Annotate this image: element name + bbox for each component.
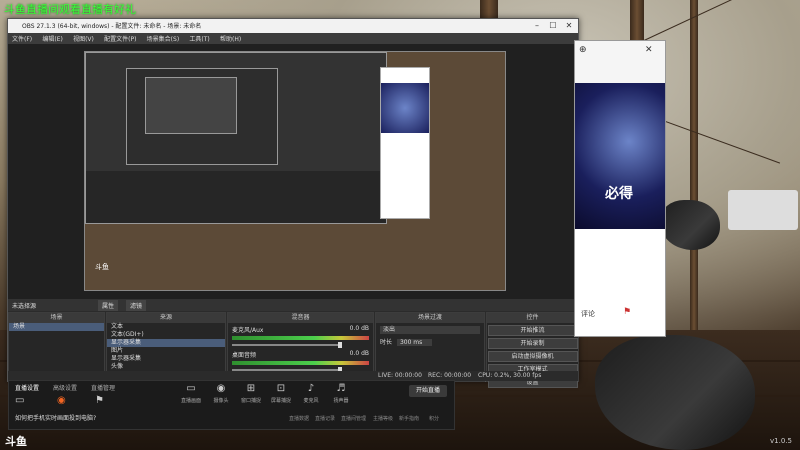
rec-timer: REC: 00:00:00: [428, 372, 472, 379]
display-icon[interactable]: ▭: [181, 383, 201, 397]
ship-mast: [690, 0, 698, 330]
track-name: 桌面音频: [232, 352, 257, 359]
mini-app-window: ⊕ ✕ 必得 评论 ⚑: [574, 40, 666, 337]
tool-label: 直播画面: [180, 398, 201, 404]
tab-advanced[interactable]: 高级设置: [53, 383, 77, 392]
obs-title: OBS 27.1.3 (64-bit, windows) - 配置文件: 未命名…: [22, 23, 202, 30]
mixer-track: 麦克风/Aux 0.0 dB: [228, 323, 373, 348]
track-name: 麦克风/Aux: [232, 327, 264, 334]
minimize-icon[interactable]: –: [530, 20, 544, 32]
tab-live-settings[interactable]: 直播设置: [15, 383, 39, 392]
close-icon[interactable]: ✕: [562, 20, 576, 32]
nested-obs-capture: [145, 77, 237, 134]
nested-docks: [86, 171, 386, 223]
banner-text: 必得: [605, 186, 633, 202]
tool-label: 摄像头: [213, 398, 229, 404]
filters-button[interactable]: 滤镜: [126, 300, 147, 311]
nested-obs-capture: [85, 52, 387, 224]
footer-link[interactable]: 新手指南: [399, 415, 419, 422]
track-db: 0.0 dB: [349, 350, 369, 357]
obs-title-bar: OBS 27.1.3 (64-bit, windows) - 配置文件: 未命名…: [8, 19, 578, 33]
source-item[interactable]: 显示器采集: [107, 339, 225, 347]
douyu-toolbar: 直播设置 高级设置 直播管理 ▭ ◉ ⚑ ▭ 直播画面 ◉ 摄像头 ⊞ 窗口捕捉…: [8, 380, 455, 430]
cpu-fps: CPU: 0.2%, 30.00 fps: [478, 372, 542, 379]
obs-menu-bar: 文件(F) 编辑(E) 视图(V) 配置文件(P) 场景集合(S) 工具(T) …: [8, 33, 578, 44]
tool-label: 麦克风: [303, 398, 319, 404]
virtual-camera-button[interactable]: 启动虚拟摄像机: [487, 351, 578, 362]
duration-label: 时长: [380, 339, 393, 346]
source-item[interactable]: 图片: [107, 347, 225, 355]
properties-button[interactable]: 属性: [98, 300, 119, 311]
tab-manage[interactable]: 直播管理: [91, 383, 115, 392]
tool-label: 扬声器: [333, 398, 349, 404]
footer-link[interactable]: 直播记录: [315, 415, 335, 422]
nested-mini-window: [380, 67, 430, 219]
comment-label[interactable]: 评论: [581, 309, 595, 319]
footer-link[interactable]: 积分: [429, 415, 439, 422]
tip-link[interactable]: 如何把手机实时画面投到电脑?: [15, 413, 96, 422]
live-timer: LIVE: 00:00:00: [378, 372, 422, 379]
menu-edit[interactable]: 编辑(E): [38, 33, 66, 44]
tool-label: 窗口捕捉: [240, 398, 261, 404]
source-toolbar: 未选择源 属性 滤镜: [8, 299, 578, 311]
microphone-icon[interactable]: ♪: [301, 383, 321, 397]
menu-tools[interactable]: 工具(T): [185, 33, 213, 44]
menu-help[interactable]: 帮助(H): [216, 33, 245, 44]
window-capture-icon[interactable]: ⊞: [241, 383, 261, 397]
menu-profile[interactable]: 配置文件(P): [100, 33, 140, 44]
game-icon[interactable]: ⊕: [579, 45, 587, 55]
screen-capture-icon[interactable]: ⊡: [271, 383, 291, 397]
footer-link[interactable]: 直播间管理: [341, 415, 366, 422]
mixer-track: 桌面音频 0.0 dB: [228, 348, 373, 373]
menu-file[interactable]: 文件(F): [8, 33, 36, 44]
volume-meter: [232, 336, 369, 340]
footer-link[interactable]: 直播数据: [289, 415, 309, 422]
start-live-button[interactable]: 开始直播: [409, 385, 447, 397]
speaker-icon[interactable]: ♬: [331, 383, 351, 397]
mini-toolbar: ⊕ ✕: [575, 41, 665, 84]
robot-sticker: [728, 190, 798, 230]
transitions-header: 场景过渡: [376, 313, 484, 323]
douyu-logo: 斗鱼: [5, 435, 27, 448]
tool-label: 屏幕捕捉: [270, 398, 291, 404]
share-icon[interactable]: ⚑: [95, 395, 115, 409]
obs-window: OBS 27.1.3 (64-bit, windows) - 配置文件: 未命名…: [7, 18, 579, 388]
source-item[interactable]: 显示器采集: [107, 355, 225, 363]
sources-header: 来源: [107, 313, 225, 323]
close-icon[interactable]: ✕: [645, 45, 653, 55]
start-streaming-button[interactable]: 开始推流: [487, 325, 578, 336]
mixer-header: 混音器: [228, 313, 373, 323]
controls-header: 控件: [487, 313, 578, 323]
live-icon[interactable]: ◉: [57, 395, 77, 409]
duration-input[interactable]: 300 ms: [396, 339, 433, 346]
version-label: v1.0.5: [770, 437, 792, 445]
start-recording-button[interactable]: 开始录制: [487, 338, 578, 349]
preview-canvas: 斗鱼: [84, 51, 506, 291]
menu-scene-collection[interactable]: 场景集合(S): [143, 33, 184, 44]
nested-art: [381, 83, 429, 133]
screen-icon[interactable]: ▭: [15, 395, 35, 409]
transition-select[interactable]: 淡出: [380, 326, 480, 334]
source-item[interactable]: 文本(GDI+): [107, 331, 225, 339]
track-db: 0.0 dB: [349, 325, 369, 332]
scene-item[interactable]: 场景: [9, 323, 104, 331]
obs-preview[interactable]: 斗鱼: [8, 44, 578, 299]
nested-logo: 斗鱼: [95, 263, 109, 271]
stream-overlay-text: 斗鱼直播间观看直播有好礼: [4, 3, 136, 16]
footer-link[interactable]: 主播等级: [373, 415, 393, 422]
volume-meter: [232, 361, 369, 365]
flag-icon[interactable]: ⚑: [623, 307, 631, 317]
menu-view[interactable]: 视图(V): [69, 33, 98, 44]
no-source-label: 未选择源: [12, 303, 37, 310]
maximize-icon[interactable]: ☐: [546, 20, 560, 32]
source-item[interactable]: 文本: [107, 323, 225, 331]
source-item[interactable]: 头像: [107, 363, 225, 371]
camera-icon[interactable]: ◉: [211, 383, 231, 397]
volume-slider[interactable]: [232, 342, 342, 348]
mini-art-banner: 必得: [575, 83, 665, 229]
scenes-header: 场景: [9, 313, 104, 323]
nested-obs-capture: [126, 68, 278, 165]
